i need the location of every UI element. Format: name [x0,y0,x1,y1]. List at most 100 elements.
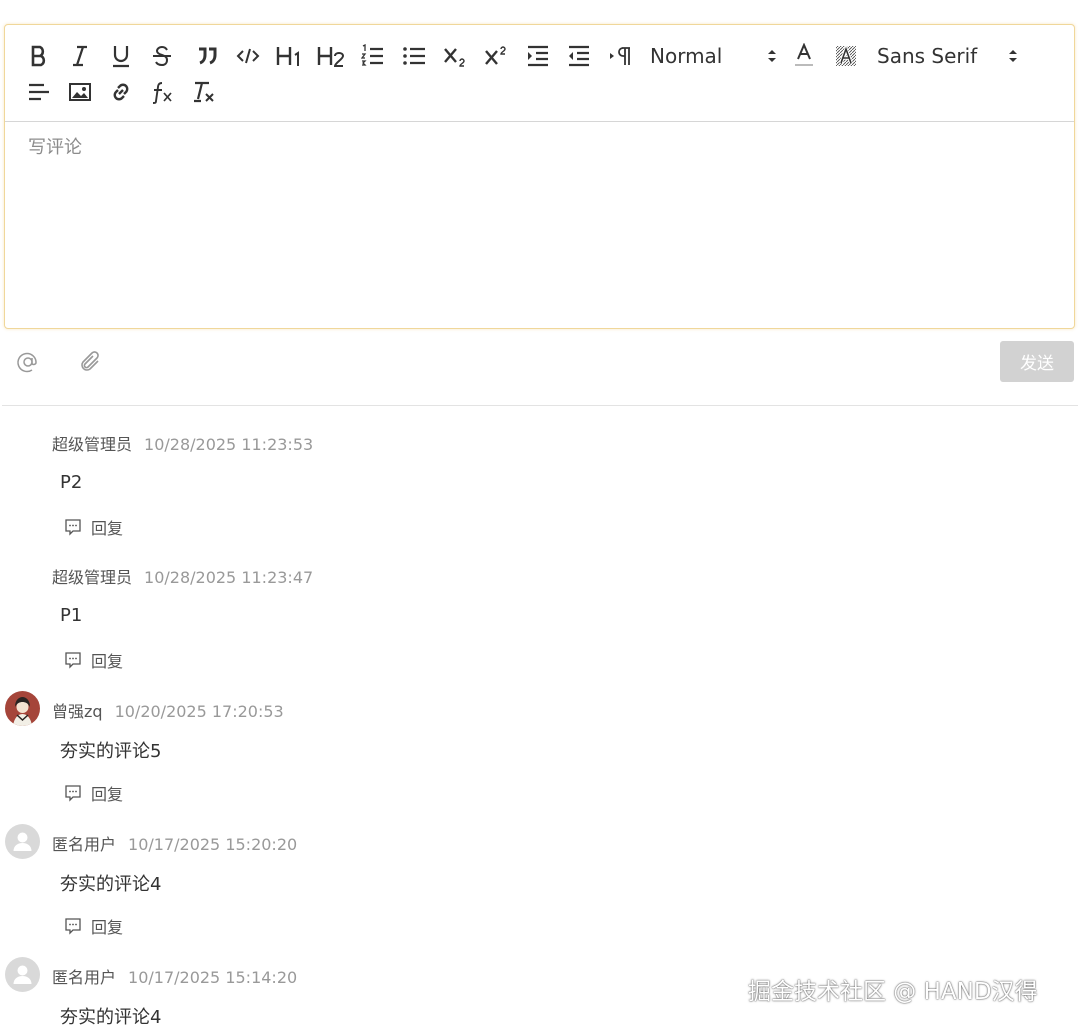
indent-icon [528,45,548,67]
comment-bubble-icon [65,785,81,802]
at-sign-icon [17,352,37,373]
link-icon [113,83,129,101]
outdent-button[interactable] [562,41,596,71]
reply-button[interactable]: 回复 [64,914,123,938]
watermark: 掘金技术社区 @ HAND汉得 [748,979,1038,1005]
default-user-icon [5,824,40,859]
clean-format-button[interactable] [187,77,221,107]
header-picker-label: Normal [650,44,723,68]
link-button[interactable] [104,77,138,107]
send-button[interactable]: 发送 [1000,341,1074,382]
blockquote-button[interactable] [190,41,224,71]
comment-meta: 匿名用户 10/17/2025 15:14:20 [52,964,297,988]
align-left-icon [29,83,49,101]
formula-icon [152,82,172,104]
comment-bubble-icon [65,519,81,536]
attachment-button[interactable] [78,350,102,374]
strike-button[interactable] [145,41,179,71]
text-color-icon [795,43,813,66]
comment-author[interactable]: 超级管理员 [52,568,132,587]
comment-meta: 曾强zq 10/20/2025 17:20:53 [52,698,284,722]
clear-format-icon [194,81,214,103]
comment-bubble-icon [65,918,81,935]
bold-icon [31,45,46,67]
heading-1-icon [276,47,299,66]
divider [2,405,1078,406]
indent-button[interactable] [521,41,555,71]
comment-author[interactable]: 超级管理员 [52,435,132,454]
reply-button[interactable]: 回复 [64,648,123,672]
font-picker[interactable]: Sans Serif [877,41,1019,71]
chevron-up-down-icon [1009,50,1017,62]
underline-button[interactable] [104,41,138,71]
default-user-icon [5,957,40,992]
ordered-list-icon [361,44,383,66]
bold-button[interactable] [22,41,56,71]
strikethrough-icon [153,45,171,67]
image-icon [69,83,91,101]
comment-time: 10/28/2025 11:23:47 [144,568,314,587]
comment-author[interactable]: 匿名用户 [52,968,116,987]
editor-content[interactable]: 写评论 [5,123,1074,328]
avatar[interactable] [5,957,40,992]
avatar[interactable] [5,691,40,726]
comment-author[interactable]: 匿名用户 [52,835,116,854]
text-direction-button[interactable] [603,41,637,71]
comment-body: 夯实的评论5 [60,741,162,762]
superscript-icon [485,46,506,65]
ordered-list-button[interactable] [356,41,390,71]
paperclip-icon [81,351,99,371]
mention-button[interactable] [16,350,40,374]
editor-toolbar: Normal Sans Serif [5,25,1074,122]
editor-placeholder: 写评论 [28,137,82,158]
align-button[interactable] [22,77,56,107]
comment-author[interactable]: 曾强zq [52,702,103,721]
comment-body: 夯实的评论4 [60,1007,162,1028]
italic-icon [73,45,87,67]
text-color-button[interactable] [787,41,821,71]
reply-label: 回复 [91,652,124,671]
comment-editor: Normal Sans Serif 写评论 [4,24,1075,329]
comment-meta: 匿名用户 10/17/2025 15:20:20 [52,831,297,855]
underline-icon [113,46,129,68]
font-picker-label: Sans Serif [877,44,978,68]
user-photo-icon [5,691,40,726]
comment-body: P2 [60,472,83,493]
bullet-list-button[interactable] [397,41,431,71]
comment-meta: 超级管理员 10/28/2025 11:23:53 [52,431,313,455]
bullet-list-icon [403,47,425,65]
header1-button[interactable] [273,41,307,71]
comment-meta: 超级管理员 10/28/2025 11:23:47 [52,564,313,588]
outdent-icon [569,45,589,67]
code-icon [236,48,260,64]
quote-icon [199,47,217,65]
comment-time: 10/17/2025 15:20:20 [128,835,298,854]
comment-time: 10/17/2025 15:14:20 [128,968,298,987]
comment-body: P1 [60,605,83,626]
background-color-icon [836,44,856,66]
editor-action-bar: 发送 [0,338,1080,386]
header-picker[interactable]: Normal [650,41,778,71]
italic-button[interactable] [63,41,97,71]
reply-label: 回复 [91,785,124,804]
header2-button[interactable] [314,41,348,71]
reply-label: 回复 [91,918,124,937]
avatar[interactable] [5,824,40,859]
reply-button[interactable]: 回复 [64,781,123,805]
direction-rtl-icon [610,47,630,65]
comment-body: 夯实的评论4 [60,874,162,895]
code-block-button[interactable] [231,41,265,71]
heading-2-icon [317,47,345,67]
subscript-icon [444,48,465,67]
background-color-button[interactable] [829,41,863,71]
image-button[interactable] [63,77,97,107]
subscript-button[interactable] [438,41,472,71]
superscript-button[interactable] [479,41,513,71]
reply-label: 回复 [91,519,124,538]
chevron-up-down-icon [768,50,776,62]
comment-bubble-icon [65,652,81,669]
comment-time: 10/20/2025 17:20:53 [114,702,284,721]
reply-button[interactable]: 回复 [64,515,123,539]
comment-time: 10/28/2025 11:23:53 [144,435,314,454]
formula-button[interactable] [145,77,179,107]
